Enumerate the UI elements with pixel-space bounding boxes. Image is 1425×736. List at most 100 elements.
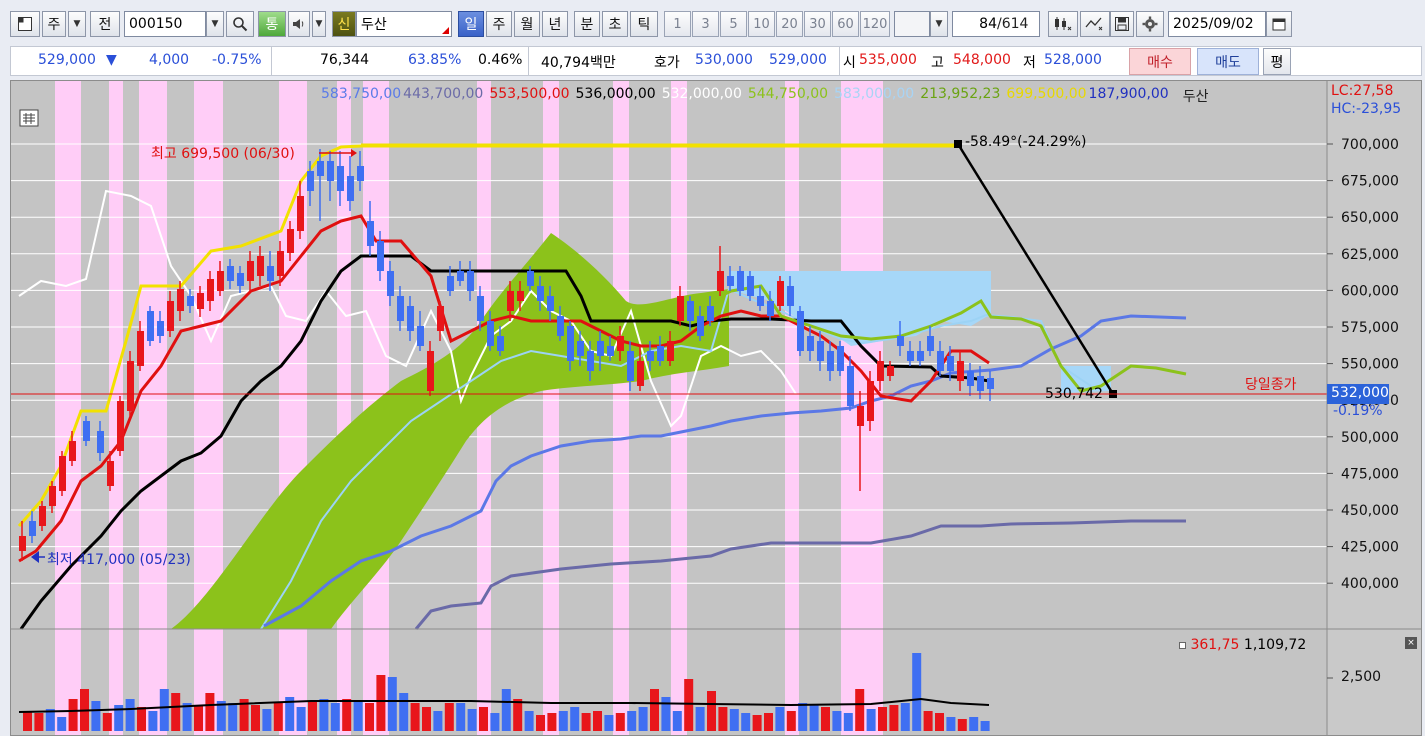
volume-panel-close-icon[interactable]: ×	[1405, 637, 1417, 649]
save-icon[interactable]	[1110, 11, 1134, 37]
candle-body	[427, 351, 434, 391]
low-marker-label: 최저 417,000 (05/23)	[47, 552, 191, 568]
interval-1[interactable]: 1	[664, 11, 691, 37]
bar-count-field[interactable]: 84 /614	[952, 11, 1040, 37]
ma-very-long-line	[414, 519, 1186, 630]
interval-60[interactable]: 60	[832, 11, 859, 37]
period-tab-day[interactable]: 일	[458, 11, 484, 37]
volume-bar	[638, 707, 648, 731]
high-label: 고	[931, 55, 944, 71]
divider	[528, 47, 529, 75]
interval-20[interactable]: 20	[776, 11, 803, 37]
highlight-band	[785, 81, 799, 735]
period-tab-month[interactable]: 월	[514, 11, 540, 37]
interval-10[interactable]: 10	[748, 11, 775, 37]
volume-bar	[980, 721, 990, 731]
layout-icon[interactable]	[10, 11, 40, 37]
chart-area[interactable]: 700,000 675,000 650,000 625,000 600,000 575,0…	[10, 80, 1422, 736]
search-icon[interactable]	[226, 11, 254, 37]
volume-bar	[798, 703, 808, 731]
volume-bar	[912, 653, 922, 731]
candle-body	[407, 306, 414, 331]
eval-button[interactable]: 평	[1263, 48, 1291, 75]
corner-mark-icon	[442, 27, 449, 34]
candle-body	[367, 221, 374, 246]
period-tab-second[interactable]: 초	[602, 11, 628, 37]
lc-value: LC:27,58	[1331, 83, 1394, 99]
candle-body	[537, 286, 544, 301]
interval-5[interactable]: 5	[720, 11, 747, 37]
interval-120[interactable]: 120	[860, 11, 890, 37]
volume-bar	[433, 711, 443, 731]
highlight-band	[55, 81, 81, 735]
candle-body	[287, 229, 294, 253]
candle-body	[227, 266, 234, 281]
prev-button[interactable]: 전	[90, 11, 120, 37]
candle-body	[307, 171, 314, 191]
market-type-button[interactable]: 주	[42, 11, 66, 37]
stock-name-field[interactable]: 두산	[356, 11, 452, 37]
date-input[interactable]: 2025/09/02	[1168, 11, 1266, 37]
volume-bar	[23, 711, 32, 731]
highlight-band	[543, 81, 559, 735]
tong-button[interactable]: 통	[258, 11, 286, 37]
market-type-dropdown[interactable]: ▼	[68, 11, 86, 37]
period-tab-minute[interactable]: 분	[574, 11, 600, 37]
candle-body	[467, 271, 474, 291]
volume-bar	[137, 707, 146, 731]
candle-body	[437, 306, 444, 331]
speaker-dropdown[interactable]: ▼	[312, 11, 326, 37]
price-change: 4,000	[149, 52, 190, 68]
candle-body	[377, 241, 384, 271]
bar-count: 84	[979, 16, 997, 32]
candle-body	[527, 271, 534, 286]
period-tab-week[interactable]: 주	[486, 11, 512, 37]
candle-body	[857, 406, 864, 426]
candle-settings-icon[interactable]	[1048, 11, 1078, 37]
line-settings-icon[interactable]	[1080, 11, 1110, 37]
bar-total: /614	[997, 16, 1029, 32]
candle-body	[767, 301, 774, 316]
volume-bar	[524, 711, 534, 731]
sell-button[interactable]: 매도	[1197, 48, 1259, 75]
interval-custom-input[interactable]	[894, 11, 930, 37]
current-change-pct: -0.19%	[1333, 403, 1383, 419]
interval-3[interactable]: 3	[692, 11, 719, 37]
trend-handle-start[interactable]	[954, 140, 962, 148]
y-axis-label: 550,000	[1341, 357, 1399, 373]
app-window: 주 ▼ 전 000150 ▼ 통 ▼ 신 두산 일 주 월 년 분 초 틱 1 …	[0, 0, 1425, 736]
y-axis-label: 425,000	[1341, 540, 1399, 556]
candle-body	[987, 378, 994, 389]
interval-custom-dropdown[interactable]: ▼	[930, 11, 948, 37]
stock-code-dropdown[interactable]: ▼	[206, 11, 224, 37]
trade-amount: 40,794백만	[541, 55, 616, 71]
shin-badge[interactable]: 신	[332, 11, 356, 37]
period-tab-tick[interactable]: 틱	[630, 11, 658, 37]
stock-name: 두산	[361, 17, 387, 33]
gear-icon[interactable]	[1136, 11, 1164, 37]
current-price: 529,000	[38, 52, 96, 68]
chart-menu-icon[interactable]	[19, 109, 39, 127]
speaker-icon[interactable]	[288, 11, 310, 37]
divider	[839, 47, 840, 75]
period-tab-year[interactable]: 년	[542, 11, 568, 37]
volume-bar	[718, 707, 728, 731]
volume-bar	[786, 711, 796, 731]
hoga-label: 호가	[654, 55, 680, 71]
ask-price: 530,000	[695, 52, 753, 68]
candle-body	[507, 291, 514, 311]
candle-body	[107, 461, 114, 486]
volume-bar	[536, 715, 545, 731]
highlight-band	[613, 81, 629, 735]
candle-body	[807, 336, 814, 351]
volume-bar	[558, 711, 568, 731]
calendar-icon[interactable]	[1266, 11, 1292, 37]
interval-30[interactable]: 30	[804, 11, 831, 37]
candle-body	[517, 291, 524, 301]
volume-bar	[855, 689, 865, 731]
stock-code-input[interactable]: 000150	[124, 11, 206, 37]
buy-button[interactable]: 매수	[1129, 48, 1191, 75]
candle-body	[837, 346, 844, 371]
candle-body	[827, 351, 834, 371]
candle-body	[127, 361, 134, 411]
